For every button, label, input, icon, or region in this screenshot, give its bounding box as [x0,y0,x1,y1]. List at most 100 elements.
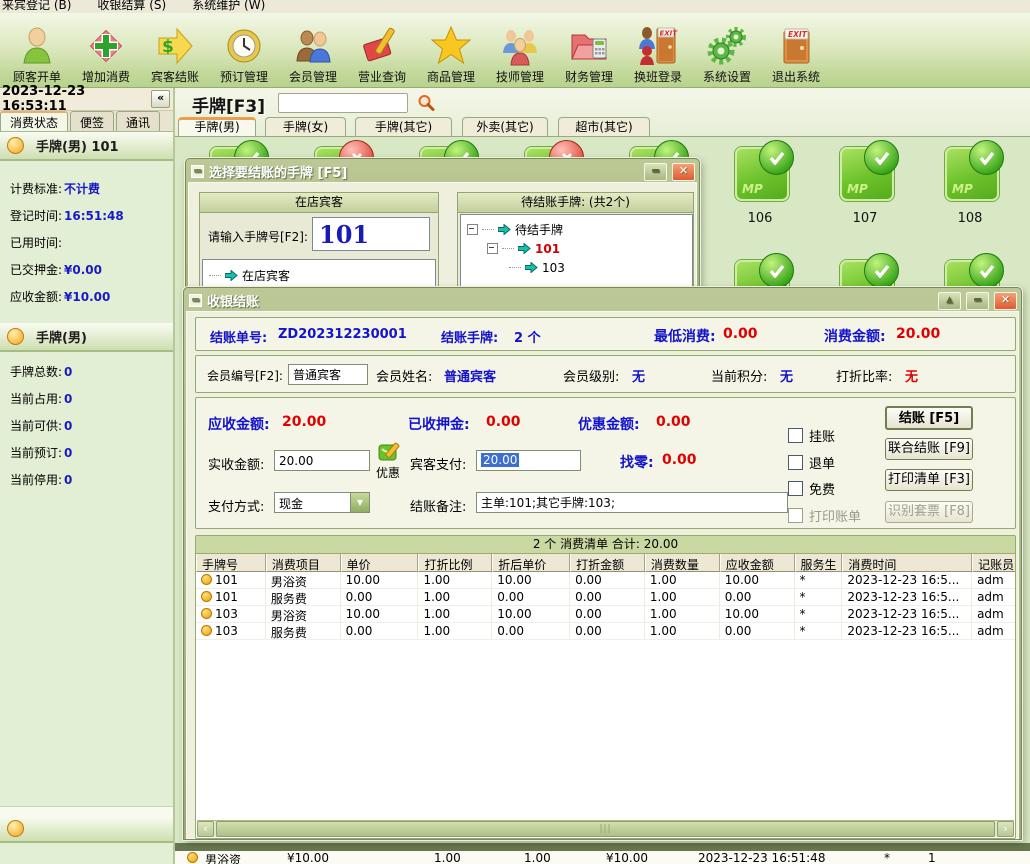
table-row[interactable]: 101 服务费 0.00 1.00 0.00 0.00 1.00 0.00 * … [196,589,1015,606]
horizontal-scrollbar[interactable]: ‹ ||| › [197,820,1014,837]
sidebar-tab-consume-status[interactable]: 消费状态 [0,111,68,131]
tree-collapse-icon[interactable] [467,224,478,235]
col-header[interactable]: 记账员 [972,554,1015,572]
menu-item-cashier[interactable]: 收银结算 (S) [97,0,166,13]
table-cell: 1.00 [645,572,720,588]
member-level-value: 无 [632,366,645,385]
discount-coupon-icon[interactable] [378,440,402,467]
toolbar-member-management[interactable]: 会员管理 [280,24,346,85]
tree-item-tag-101[interactable]: 101 [467,239,692,258]
tab-takeout[interactable]: 外卖(其它) [462,117,548,136]
collapsed-panel-header[interactable] [0,816,173,843]
tree-connector [509,267,521,268]
toolbar-exit-system[interactable]: EXIT 退出系统 [763,24,829,85]
sidebar-tab-notes[interactable]: 便签 [70,111,114,131]
toolbar-customer-billing[interactable]: 顾客开单 [4,24,70,85]
table-row[interactable]: 103 服务费 0.00 1.00 0.00 0.00 1.00 0.00 * … [196,623,1015,640]
toolbar-shift-login[interactable]: EXIT 换班登录 [625,24,691,85]
hand-tag-106[interactable]: MP106 [735,147,805,226]
checkout-dialog-titlebar[interactable]: ▬ 收银结账 ▲ ▬ ✕ [186,290,1019,311]
tree-collapse-icon[interactable] [487,243,498,254]
joint-settle-button[interactable]: 联合结账 [F9] [885,438,973,460]
col-header[interactable]: 服务生 [795,554,843,572]
due-label: 应收金额: [208,414,270,434]
table-row[interactable]: 103 男浴资 10.00 1.00 10.00 0.00 1.00 10.00… [196,606,1015,623]
toolbar: 顾客开单 增加消费 $ 宾客结账 预订管理 会员管理 [0,13,1030,88]
tree-arrow-icon [225,270,238,281]
table-cell: * [795,589,843,605]
search-icon[interactable] [417,94,435,115]
stats-panel-header[interactable]: 手牌(男) [0,323,173,352]
tree-item-pending-root[interactable]: 待结手牌 [467,220,692,239]
tab-tags-male[interactable]: 手牌(男) [178,117,256,136]
tab-market[interactable]: 超市(其它) [558,117,650,136]
member-no-label: 会员编号[F2]: [207,367,283,384]
checkbox-label: 免费 [809,479,835,498]
checkbox-icon[interactable] [788,455,803,470]
col-header[interactable]: 单价 [341,554,419,572]
received-input[interactable] [274,450,370,471]
minimize-button[interactable]: ▬ [644,163,667,181]
panel-bullet-icon [7,137,24,154]
col-header[interactable]: 消费项目 [266,554,341,572]
table-row[interactable]: 101 男浴资 10.00 1.00 10.00 0.00 1.00 10.00… [196,572,1015,589]
tab-tags-female[interactable]: 手牌(女) [265,117,346,136]
toolbar-business-query[interactable]: 营业查询 [349,24,415,85]
col-header[interactable]: 打折金额 [570,554,645,572]
member-no-input[interactable] [288,364,368,385]
menu-item-system-maintenance[interactable]: 系统维护 (W) [192,0,265,13]
payment-method-select[interactable]: 现金 ▼ [274,492,370,513]
minimize-button[interactable]: ▬ [966,292,989,310]
hand-tag-108[interactable]: MP108 [945,147,1015,226]
checkbox-icon[interactable] [788,481,803,496]
tree-item-instore[interactable]: 在店宾客 [209,266,435,285]
stats-panel-title: 手牌(男) [36,327,87,346]
toolbar-goods-management[interactable]: 商品管理 [418,24,484,85]
toolbar-technician-management[interactable]: 技师管理 [487,24,553,85]
row-bullet-icon [201,625,212,636]
chevron-down-icon[interactable]: ▼ [351,492,370,513]
panel-bullet-icon [7,820,24,837]
close-icon[interactable]: ✕ [994,292,1017,310]
restore-up-icon[interactable]: ▲ [938,292,961,310]
col-header[interactable]: 消费时间 [842,554,972,572]
toolbar-finance-management[interactable]: 财务管理 [556,24,622,85]
checkbox-free[interactable]: 免费 [788,479,835,498]
scrollbar-thumb[interactable]: ||| [216,821,995,837]
remark-input[interactable] [476,492,788,513]
select-dialog-titlebar[interactable]: ▬ 选择要结账的手牌 [F5] ▬ ✕ [188,161,697,182]
settle-button[interactable]: 结账 [F5] [885,406,973,430]
tag-number-input[interactable] [312,217,430,251]
goods-management-icon [428,24,474,68]
col-header[interactable]: 应收金额 [720,554,795,572]
toolbar-system-settings[interactable]: 系统设置 [694,24,760,85]
exit-system-icon: EXIT [773,24,819,68]
scroll-left-icon[interactable]: ‹ [197,821,214,837]
sidebar-tab-messages[interactable]: 通讯 [116,111,160,131]
toolbar-add-consumption[interactable]: 增加消费 [73,24,139,85]
col-header[interactable]: 手牌号 [196,554,266,572]
member-info-box: 会员编号[F2]: 会员姓名: 普通宾客 会员级别: 无 当前积分: 无 打折比… [195,355,1016,393]
close-icon[interactable]: ✕ [672,163,695,181]
hand-tag-107[interactable]: MP107 [840,147,910,226]
table-header-row: 手牌号 消费项目 单价 打折比例 折后单价 打折金额 消费数量 应收金额 服务生… [196,554,1015,572]
toolbar-guest-checkout[interactable]: $ 宾客结账 [142,24,208,85]
col-header[interactable]: 折后单价 [492,554,570,572]
tag-search-input[interactable] [278,93,408,113]
checkbox-refund[interactable]: 退单 [788,453,835,472]
toolbar-reservation[interactable]: 预订管理 [211,24,277,85]
tab-tags-other[interactable]: 手牌(其它) [355,117,452,136]
checkbox-icon[interactable] [788,428,803,443]
pay-input[interactable]: 20.00 [476,450,581,471]
status-panel-header[interactable]: 手牌(男) 101 [0,132,173,161]
scroll-right-icon[interactable]: › [997,821,1014,837]
col-header[interactable]: 打折比例 [418,554,492,572]
print-list-button[interactable]: 打印清单 [F3] [885,469,973,491]
checkbox-on-account[interactable]: 挂账 [788,426,835,445]
tree-item-tag-103[interactable]: 103 [467,258,692,277]
col-header[interactable]: 消费数量 [645,554,720,572]
menu-item-guest-register[interactable]: 来宾登记 (B) [2,0,71,13]
tag-number: 106 [735,211,785,226]
tag-square-icon: MP [945,147,999,201]
collapse-sidebar-button[interactable]: « [151,90,170,108]
